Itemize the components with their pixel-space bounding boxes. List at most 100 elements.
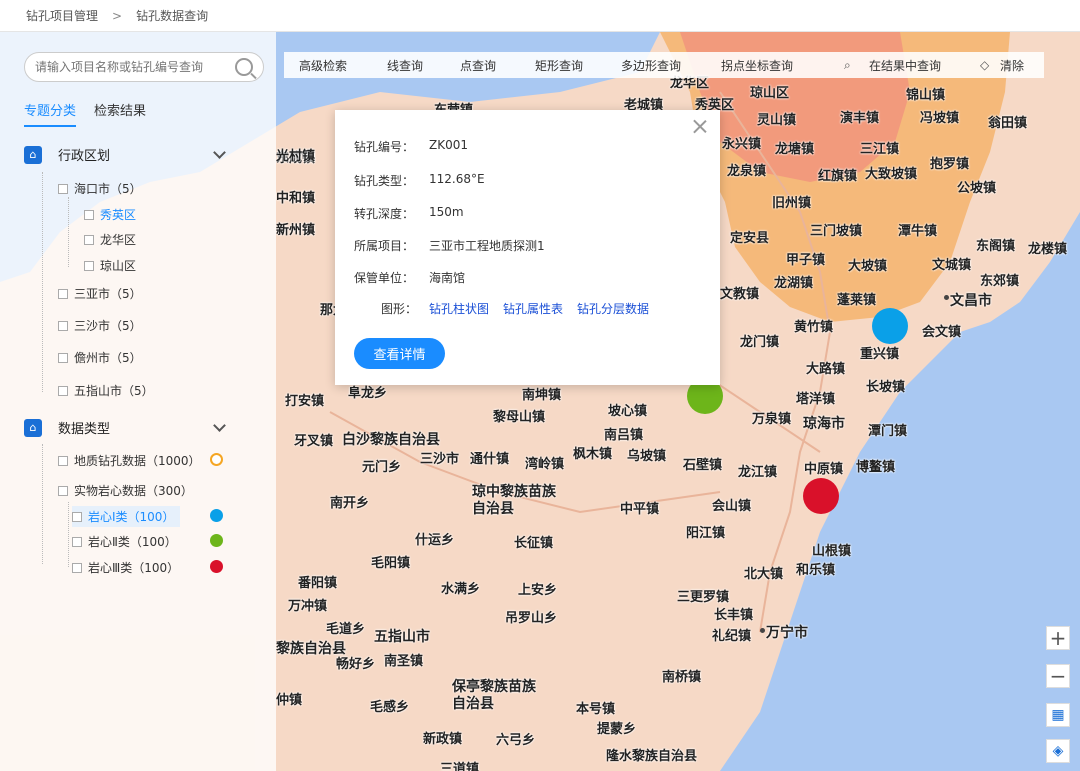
chevron-down-icon[interactable] [213, 146, 226, 159]
map-label: 蓬莱镇 [837, 293, 877, 308]
checkbox[interactable] [58, 455, 68, 466]
map-label: 文教镇 [720, 287, 760, 302]
tree-item-qiongshan[interactable]: 琼山区 [84, 257, 136, 274]
search-in-results-icon[interactable]: ⌕ [844, 58, 851, 73]
map-label: 牙叉镇 [294, 434, 334, 449]
map-label: 龙泉镇 [727, 164, 767, 179]
map-label: 中和镇 [276, 191, 316, 206]
borehole-marker-class3[interactable] [803, 478, 839, 514]
tree-item-core-class1[interactable]: 岩心Ⅰ类（100） [72, 506, 181, 527]
tree-item-core-class3[interactable]: 岩心Ⅲ类（100） [72, 559, 179, 576]
clear-button[interactable]: 清除 [1000, 57, 1024, 74]
map-label: 锦山镇 [906, 88, 946, 103]
map-label: 黎族自治县 [276, 641, 346, 657]
map-label: 塔洋镇 [796, 392, 836, 407]
tree-item-sanya[interactable]: 三亚市（5） [58, 285, 142, 302]
checkbox[interactable] [58, 352, 68, 363]
map-label: 南开乡 [330, 496, 370, 511]
layer-data-link[interactable]: 钻孔分层数据 [577, 300, 649, 317]
borehole-marker-class1[interactable] [872, 308, 908, 344]
breadcrumb-item-project[interactable]: 钻孔项目管理 [26, 7, 98, 24]
tree-item-core-class2[interactable]: 岩心Ⅱ类（100） [72, 533, 177, 550]
map-label: 水满乡 [441, 582, 481, 597]
checkbox[interactable] [84, 209, 94, 220]
map-label: 南桥镇 [662, 670, 702, 685]
data-icon: ⌂ [24, 418, 42, 437]
zoom-in-icon[interactable]: + [1046, 626, 1070, 650]
checkbox[interactable] [72, 562, 82, 573]
tree-item-longhua[interactable]: 龙华区 [84, 231, 136, 248]
map-label: 毛道乡 [326, 622, 366, 637]
attribute-table-link[interactable]: 钻孔属性表 [503, 300, 563, 317]
map-label: 南吕镇 [604, 428, 644, 443]
tree-item-geo-borehole[interactable]: 地质钻孔数据（1000） [58, 452, 201, 469]
map-label: 琼中黎族苗族自治县 [472, 484, 556, 517]
map-label: 三江镇 [860, 142, 900, 157]
checkbox[interactable] [58, 485, 68, 496]
tab-topic[interactable]: 专题分类 [24, 100, 77, 127]
map-label: 大路镇 [806, 362, 846, 377]
grid-view-icon[interactable]: ▦ [1046, 703, 1070, 727]
datatype-section-title: 数据类型 [58, 422, 111, 437]
map-label: 龙江镇 [738, 465, 778, 480]
advanced-search-button[interactable]: 高级检索 [299, 57, 347, 74]
map-label: 北大镇 [744, 567, 784, 582]
checkbox[interactable] [58, 183, 68, 194]
popup-row-type: 钻孔类型： 112.68°E [354, 172, 485, 188]
map-label: 公坡镇 [957, 181, 997, 196]
checkbox[interactable] [72, 511, 82, 522]
map-label: 阳江镇 [686, 526, 726, 541]
checkbox[interactable] [58, 320, 68, 331]
map-label: 毛阳镇 [371, 556, 411, 571]
checkbox[interactable] [72, 536, 82, 547]
map-label: 仲镇 [276, 693, 303, 708]
tree-line [68, 502, 69, 567]
tab-results[interactable]: 检索结果 [94, 100, 146, 127]
map-label: 潭牛镇 [898, 224, 938, 239]
tree-item-xiuying[interactable]: 秀英区 [84, 206, 136, 223]
left-panel: 专题分类 检索结果 ⌂ 行政区划 海口市（5） 秀英区 龙华区 琼山区 三亚市（… [0, 32, 276, 771]
line-query-button[interactable]: 线查询 [387, 57, 423, 74]
point-query-button[interactable]: 点查询 [460, 57, 496, 74]
left-tabs: 专题分类 检索结果 [24, 100, 146, 127]
search-icon[interactable] [235, 58, 253, 76]
map-label: 抱罗镇 [930, 157, 970, 172]
borehole-popup: 钻孔编号： ZK001 钻孔类型： 112.68°E 转孔深度： 150m 所属项目：… [335, 110, 720, 385]
checkbox[interactable] [58, 385, 68, 396]
legend-dot-green [210, 534, 223, 547]
map-label: 打安镇 [285, 394, 325, 409]
search-in-results-button[interactable]: 在结果中查询 [869, 57, 941, 74]
checkbox[interactable] [84, 260, 94, 271]
map-label: 万冲镇 [288, 599, 328, 614]
checkbox[interactable] [84, 234, 94, 245]
map-label: 长征镇 [514, 536, 554, 551]
tree-item-core[interactable]: 实物岩心数据（300） [58, 482, 193, 499]
polygon-query-button[interactable]: 多边形查询 [621, 57, 681, 74]
popup-row-id: 钻孔编号： ZK001 [354, 138, 468, 154]
tree-item-sansha[interactable]: 三沙市（5） [58, 317, 142, 334]
map-label: 番阳镇 [298, 576, 338, 591]
tree-item-haikou[interactable]: 海口市（5） [58, 180, 142, 197]
admin-section-header[interactable]: ⌂ 行政区划 [24, 145, 226, 164]
map-label: 毛感乡 [370, 700, 410, 715]
map-label: 龙湖镇 [774, 276, 814, 291]
map-label: 中原镇 [804, 462, 844, 477]
map-label: 永兴镇 [722, 137, 762, 152]
corner-coord-query-button[interactable]: 拐点坐标查询 [721, 57, 793, 74]
layers-icon[interactable]: ◈ [1046, 739, 1070, 763]
tree-item-danzhou[interactable]: 儋州市（5） [58, 349, 142, 366]
close-icon[interactable] [692, 118, 708, 134]
rect-query-button[interactable]: 矩形查询 [535, 57, 583, 74]
zoom-out-icon[interactable]: − [1046, 664, 1070, 688]
map-label: 保亭黎族苗族自治县 [452, 679, 536, 712]
column-chart-link[interactable]: 钻孔柱状图 [429, 300, 489, 317]
view-details-button[interactable]: 查看详情 [354, 338, 445, 369]
datatype-section-header[interactable]: ⌂ 数据类型 [24, 418, 226, 437]
chevron-down-icon[interactable] [213, 419, 226, 432]
search-box[interactable] [24, 52, 264, 82]
search-input[interactable] [35, 60, 235, 74]
tree-item-wuzhishan[interactable]: 五指山市（5） [58, 382, 154, 399]
checkbox[interactable] [58, 288, 68, 299]
map-label: 石壁镇 [683, 458, 723, 473]
eraser-icon[interactable]: ◇ [980, 58, 989, 72]
